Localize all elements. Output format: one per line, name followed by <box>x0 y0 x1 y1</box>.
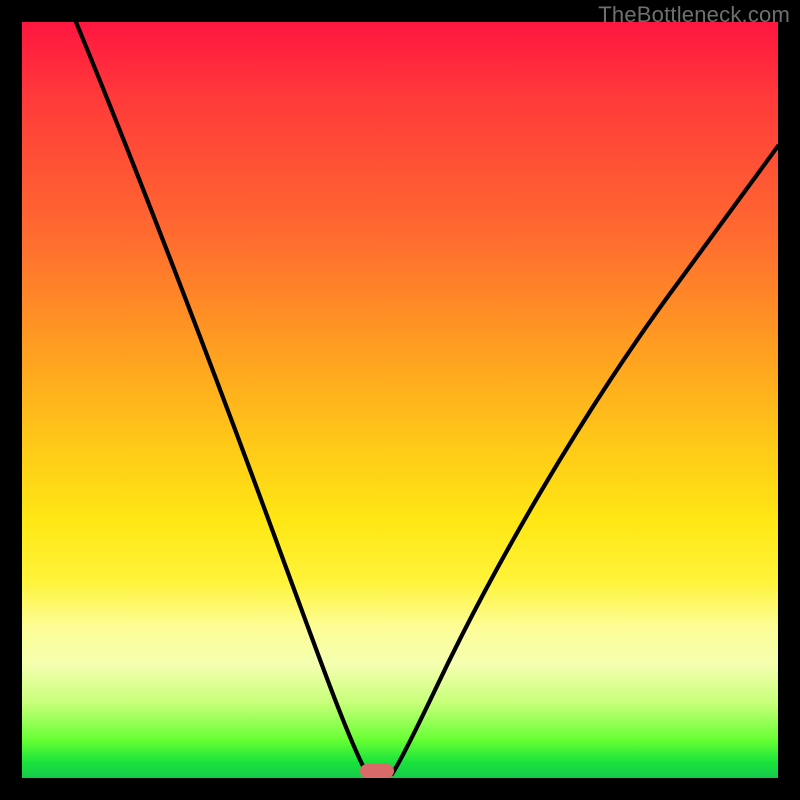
curve-path <box>76 22 778 774</box>
watermark-text: TheBottleneck.com <box>598 2 790 28</box>
chart-plot-area <box>22 22 778 778</box>
chart-frame: TheBottleneck.com <box>0 0 800 800</box>
optimal-marker <box>360 764 394 778</box>
bottleneck-curve <box>22 22 778 778</box>
